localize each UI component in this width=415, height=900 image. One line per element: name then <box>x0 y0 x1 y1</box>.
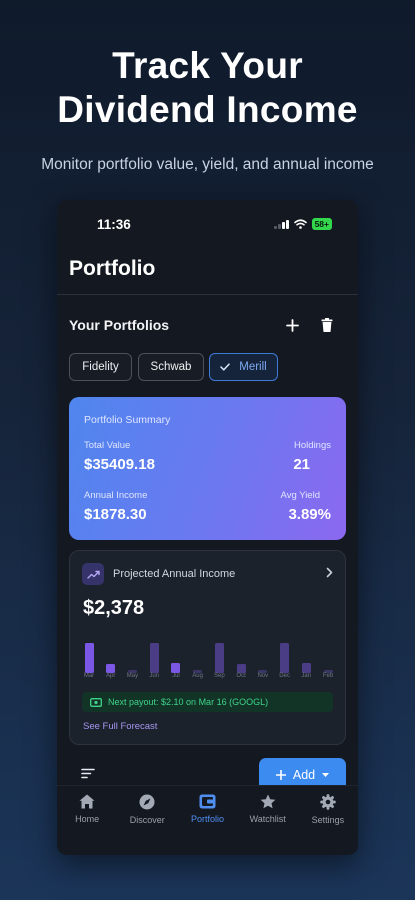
holdings-label: Holdings <box>294 440 331 451</box>
month-label: Nov <box>257 673 269 679</box>
trend-icon-badge <box>82 563 104 585</box>
portfolio-summary-card[interactable]: Portfolio Summary Total Value $35409.18 … <box>69 397 346 540</box>
page-title: Portfolio <box>69 257 156 280</box>
sort-icon[interactable] <box>81 768 95 779</box>
avg-yield-value: 3.89% <box>288 506 331 523</box>
income-bar-fill <box>236 664 246 673</box>
see-full-forecast-link[interactable]: See Full Forecast <box>83 721 157 732</box>
tab-label: Watchlist <box>249 814 286 824</box>
monthly-income-bars <box>83 631 334 673</box>
income-bar-fill <box>171 663 181 673</box>
next-payout-text: Next payout: $2.10 on Mar 16 (GOOGL) <box>108 697 269 707</box>
avg-yield-label: Avg Yield <box>280 490 320 501</box>
tab-portfolio[interactable]: Portfolio <box>177 786 237 855</box>
projected-income-title: Projected Annual Income <box>113 568 236 580</box>
month-label: Aug <box>192 673 203 679</box>
income-bar <box>210 643 228 673</box>
total-value-label: Total Value <box>84 440 131 451</box>
income-bar <box>102 664 120 673</box>
tab-label: Settings <box>311 815 345 825</box>
income-bar <box>167 663 185 673</box>
hero-title-line2: Dividend Income <box>57 89 358 130</box>
tab-watchlist[interactable]: Watchlist <box>238 786 298 855</box>
trending-up-icon <box>86 570 100 579</box>
add-portfolio-button[interactable] <box>283 316 301 334</box>
income-bar-fill <box>280 643 290 673</box>
month-label: Jul <box>172 673 180 679</box>
projected-income-amount: $2,378 <box>83 597 145 619</box>
holdings-value: 21 <box>293 456 310 473</box>
add-button-label: Add <box>292 768 316 782</box>
annual-income-value: $1878.30 <box>84 506 147 523</box>
compass-icon <box>139 794 155 810</box>
month-label: Feb <box>322 673 334 679</box>
tab-discover[interactable]: Discover <box>117 786 177 855</box>
month-labels: Mar Apr May Jun Jul Aug Sep Oct Nov Dec Jan Feb <box>83 673 334 683</box>
chip-label: Fidelity <box>82 361 119 373</box>
plus-icon <box>275 770 286 780</box>
portfolios-section-title: Your Portfolios <box>69 317 170 333</box>
portfolio-chip-schwab[interactable]: Schwab <box>138 353 204 381</box>
income-bar-fill <box>106 664 116 673</box>
projected-income-card[interactable]: Projected Annual Income $2,378 Mar Apr May… <box>69 550 346 745</box>
portfolio-chip-merill[interactable]: Merill <box>209 353 278 381</box>
cash-icon <box>90 697 102 707</box>
star-icon <box>260 794 276 809</box>
income-bar-fill <box>214 643 224 673</box>
hero-title-line1: Track Your <box>112 45 303 86</box>
hero-title: Track Your Dividend Income <box>0 44 415 132</box>
gear-icon <box>320 794 336 810</box>
income-bar <box>297 663 315 673</box>
tab-label: Portfolio <box>190 814 225 824</box>
chip-label: Merill <box>239 361 267 373</box>
signal-icon <box>274 219 289 229</box>
wifi-icon <box>293 219 307 229</box>
status-time: 11:36 <box>97 217 131 232</box>
trash-icon <box>321 318 333 332</box>
status-icons: 58+ <box>274 218 332 230</box>
home-icon <box>79 794 95 809</box>
total-value: $35409.18 <box>84 456 155 473</box>
tab-label: Home <box>75 814 100 824</box>
month-label: Jan <box>301 673 312 679</box>
phone-screen: 11:36 58+ Portfolio Your Portfolios Fide <box>57 200 358 855</box>
wallet-icon <box>199 794 216 809</box>
hero-subtitle: Monitor portfolio value, yield, and annu… <box>41 156 374 173</box>
delete-portfolio-button[interactable] <box>318 316 336 334</box>
month-label: Jun <box>149 673 160 679</box>
plus-icon <box>285 318 299 332</box>
tab-home[interactable]: Home <box>57 786 117 855</box>
next-payout-banner: Next payout: $2.10 on Mar 16 (GOOGL) <box>82 692 333 712</box>
month-label: May <box>126 673 139 679</box>
income-bar <box>276 643 294 673</box>
annual-income-label: Annual Income <box>84 490 148 501</box>
chip-label: Schwab <box>150 361 192 373</box>
income-bar <box>80 643 98 673</box>
income-bar <box>232 664 250 673</box>
checkmark-icon <box>220 363 230 371</box>
month-label: Dec <box>279 673 290 679</box>
battery-indicator: 58+ <box>311 218 332 230</box>
tab-label: Discover <box>129 815 165 825</box>
status-bar: 11:36 58+ <box>57 200 358 246</box>
portfolio-chip-fidelity[interactable]: Fidelity <box>69 353 132 381</box>
month-label: Oct <box>236 673 246 679</box>
header-divider <box>57 294 358 295</box>
income-bar-fill <box>301 663 311 673</box>
summary-title: Portfolio Summary <box>84 414 171 426</box>
month-label: Apr <box>106 673 116 679</box>
caret-down-icon <box>322 773 330 777</box>
bottom-tab-bar: Home Discover Portfolio Watchlist Settin… <box>57 785 358 855</box>
income-bar <box>145 643 163 673</box>
month-label: Sep <box>214 673 225 679</box>
chevron-right-icon <box>326 567 333 578</box>
tab-settings[interactable]: Settings <box>298 786 358 855</box>
month-label: Mar <box>83 673 95 679</box>
income-bar-fill <box>149 643 159 673</box>
income-bar-fill <box>84 643 94 673</box>
